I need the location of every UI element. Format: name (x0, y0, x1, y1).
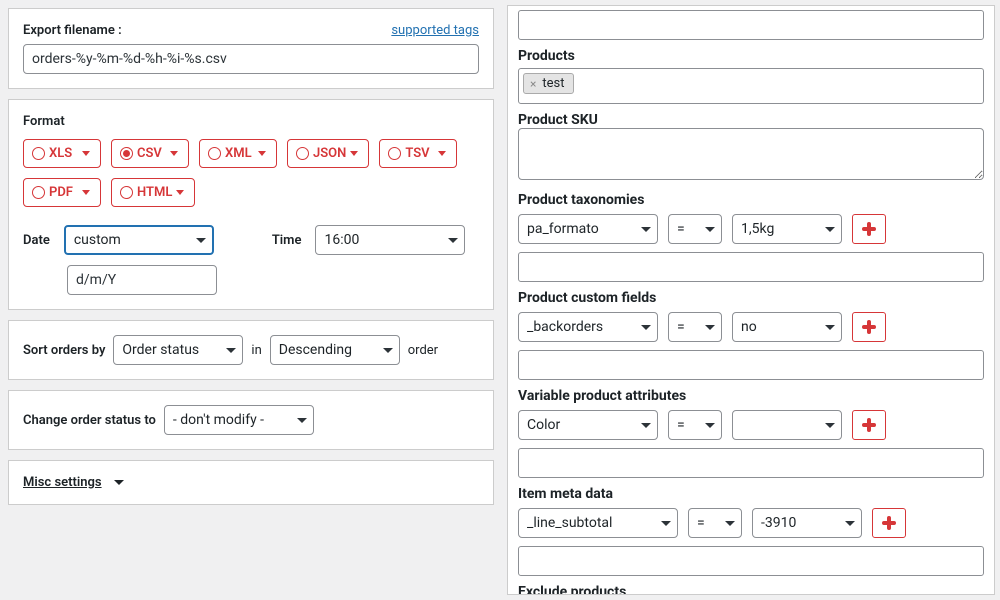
caret-down-icon (176, 190, 184, 195)
export-filename-section: Export filename : supported tags (8, 8, 494, 89)
top-empty-box[interactable] (518, 10, 984, 40)
sort-field-select[interactable]: Order status (113, 335, 243, 365)
varattr-label: Variable product attributes (518, 388, 984, 404)
caret-down-icon (170, 151, 178, 156)
itemmeta-field-select[interactable]: _line_subtotal (518, 508, 678, 538)
format-xml[interactable]: XML (199, 139, 277, 168)
varattr-result-box[interactable] (518, 448, 984, 478)
chevron-down-icon (448, 238, 458, 243)
customfield-add-button[interactable] (852, 312, 886, 342)
time-label: Time (272, 233, 302, 248)
supported-tags-link[interactable]: supported tags (391, 23, 479, 38)
sort-in-text: in (251, 343, 261, 358)
chevron-down-icon (825, 423, 835, 428)
sort-direction-select[interactable]: Descending (270, 335, 400, 365)
caret-down-icon (438, 151, 446, 156)
customfield-result-box[interactable] (518, 350, 984, 380)
sort-trailing-text: order (408, 343, 438, 358)
customfield-value-select[interactable]: no (732, 312, 842, 342)
format-json[interactable]: JSON (287, 139, 369, 168)
radio-icon (208, 147, 221, 160)
change-status-label: Change order status to (23, 413, 156, 428)
chevron-down-icon (641, 325, 651, 330)
caret-down-icon (350, 151, 358, 156)
taxonomy-field-select[interactable]: pa_formato (518, 214, 658, 244)
format-xls[interactable]: XLS (23, 139, 101, 168)
customfields-label: Product custom fields (518, 290, 984, 306)
caret-down-icon (82, 190, 90, 195)
itemmeta-op-select[interactable]: = (688, 508, 742, 538)
format-section: Format XLS CSV XML JSON TSV PDF HTML Dat… (8, 99, 494, 310)
customfield-op-select[interactable]: = (668, 312, 722, 342)
radio-icon (388, 147, 401, 160)
caret-down-icon (114, 480, 124, 485)
radio-icon (120, 186, 133, 199)
taxonomy-op-select[interactable]: = (668, 214, 722, 244)
format-label: Format (23, 114, 65, 129)
format-html[interactable]: HTML (111, 178, 195, 207)
date-range-select[interactable]: custom (64, 225, 214, 255)
plus-icon (862, 320, 876, 334)
sort-label: Sort orders by (23, 343, 105, 358)
exclude-label: Exclude products (518, 584, 984, 595)
taxonomy-value-select[interactable]: 1,5kg (732, 214, 842, 244)
chevron-down-icon (196, 238, 206, 243)
taxonomies-label: Product taxonomies (518, 192, 984, 208)
change-status-section: Change order status to - don't modify - (8, 390, 494, 450)
radio-icon (296, 147, 309, 160)
chevron-down-icon (705, 423, 715, 428)
itemmeta-value-select[interactable]: -3910 (752, 508, 862, 538)
chevron-down-icon (705, 325, 715, 330)
format-csv[interactable]: CSV (111, 139, 189, 168)
remove-tag-icon[interactable]: × (530, 77, 536, 91)
format-pdf[interactable]: PDF (23, 178, 101, 207)
radio-icon (32, 186, 45, 199)
taxonomy-result-box[interactable] (518, 252, 984, 282)
change-status-select[interactable]: - don't modify - (164, 405, 314, 435)
chevron-down-icon (297, 418, 307, 423)
itemmeta-label: Item meta data (518, 486, 984, 502)
varattr-field-select[interactable]: Color (518, 410, 658, 440)
date-label: Date (23, 233, 50, 248)
varattr-op-select[interactable]: = (668, 410, 722, 440)
sku-textarea[interactable] (518, 128, 984, 180)
chevron-down-icon (641, 423, 651, 428)
customfield-field-select[interactable]: _backorders (518, 312, 658, 342)
varattr-add-button[interactable] (852, 410, 886, 440)
chevron-down-icon (226, 348, 236, 353)
time-select[interactable]: 16:00 (315, 225, 465, 255)
caret-down-icon (258, 151, 266, 156)
sort-section: Sort orders by Order status in Descendin… (8, 320, 494, 380)
export-filename-label: Export filename : (23, 23, 122, 38)
chevron-down-icon (641, 227, 651, 232)
chevron-down-icon (705, 227, 715, 232)
varattr-value-select[interactable] (732, 410, 842, 440)
plus-icon (862, 222, 876, 236)
chevron-down-icon (825, 325, 835, 330)
chevron-down-icon (661, 521, 671, 526)
itemmeta-result-box[interactable] (518, 546, 984, 576)
products-label: Products (518, 48, 984, 64)
caret-down-icon (82, 151, 90, 156)
format-tsv[interactable]: TSV (379, 139, 457, 168)
product-tag[interactable]: × test (523, 73, 574, 94)
chevron-down-icon (825, 227, 835, 232)
plus-icon (882, 516, 896, 530)
chevron-down-icon (383, 348, 393, 353)
taxonomy-add-button[interactable] (852, 214, 886, 244)
date-format-input[interactable] (67, 265, 217, 295)
export-filename-input[interactable] (23, 44, 479, 74)
products-tagbox[interactable]: × test (518, 68, 984, 104)
sku-label: Product SKU (518, 112, 984, 128)
itemmeta-add-button[interactable] (872, 508, 906, 538)
plus-icon (862, 418, 876, 432)
chevron-down-icon (845, 521, 855, 526)
misc-settings-section: Misc settings (8, 460, 494, 505)
radio-icon (120, 147, 133, 160)
radio-icon (32, 147, 45, 160)
misc-settings-toggle[interactable]: Misc settings (23, 475, 124, 490)
chevron-down-icon (725, 521, 735, 526)
